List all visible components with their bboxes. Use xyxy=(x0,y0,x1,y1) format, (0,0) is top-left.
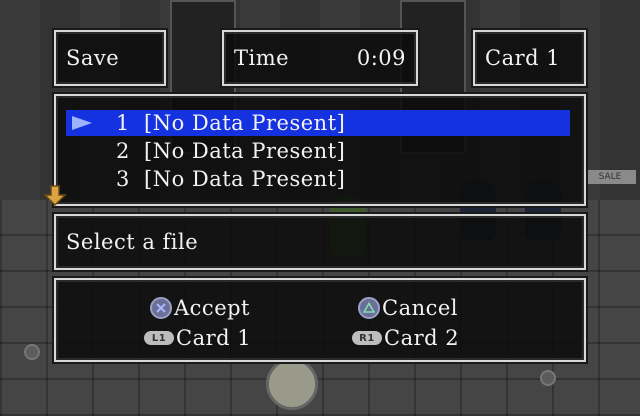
l1-button-icon: L1 xyxy=(144,331,174,345)
time-panel: Time 0:09 xyxy=(222,30,418,86)
file-slot-3[interactable]: 3 [No Data Present] xyxy=(66,166,570,192)
floor-lamp xyxy=(24,344,40,360)
file-slot-status: [No Data Present] xyxy=(144,111,346,135)
floor-lamp xyxy=(540,370,556,386)
file-slot-status: [No Data Present] xyxy=(144,167,346,191)
memory-card-label: Card 1 xyxy=(485,46,561,70)
file-slot-2[interactable]: 2 [No Data Present] xyxy=(66,138,570,164)
file-slot-status: [No Data Present] xyxy=(144,139,346,163)
switch-card-1-control[interactable]: L1 Card 1 xyxy=(144,326,251,350)
help-message: Select a file xyxy=(66,230,199,254)
background-clock xyxy=(266,358,318,410)
mode-panel: Save xyxy=(54,30,166,86)
switch-card-2-control[interactable]: R1 Card 2 xyxy=(352,326,459,350)
accept-label: Accept xyxy=(174,296,250,320)
file-slot-number: 3 xyxy=(116,167,130,191)
file-list-panel: 1 [No Data Present] 2 [No Data Present] … xyxy=(54,94,586,206)
file-slot-number: 2 xyxy=(116,139,130,163)
button-guide-panel: Accept Cancel L1 Card 1 R1 Card 2 xyxy=(54,278,586,362)
triangle-button-icon xyxy=(358,297,380,319)
cross-button-icon xyxy=(150,297,172,319)
time-label: Time xyxy=(234,46,290,70)
r1-button-icon: R1 xyxy=(352,331,382,345)
file-slot-number: 1 xyxy=(116,111,130,135)
memory-card-panel: Card 1 xyxy=(473,30,586,86)
accept-control[interactable]: Accept xyxy=(150,296,250,320)
cursor-arrow-icon xyxy=(72,116,92,130)
mode-label: Save xyxy=(66,46,120,70)
time-value: 0:09 xyxy=(356,46,406,70)
file-slot-1[interactable]: 1 [No Data Present] xyxy=(66,110,570,136)
card-1-label: Card 1 xyxy=(176,326,252,350)
background-sign: SALE xyxy=(584,170,636,184)
cancel-label: Cancel xyxy=(382,296,459,320)
scroll-down-arrow-icon[interactable] xyxy=(43,184,67,208)
cancel-control[interactable]: Cancel xyxy=(358,296,458,320)
card-2-label: Card 2 xyxy=(384,326,460,350)
message-panel: Select a file xyxy=(54,214,586,270)
